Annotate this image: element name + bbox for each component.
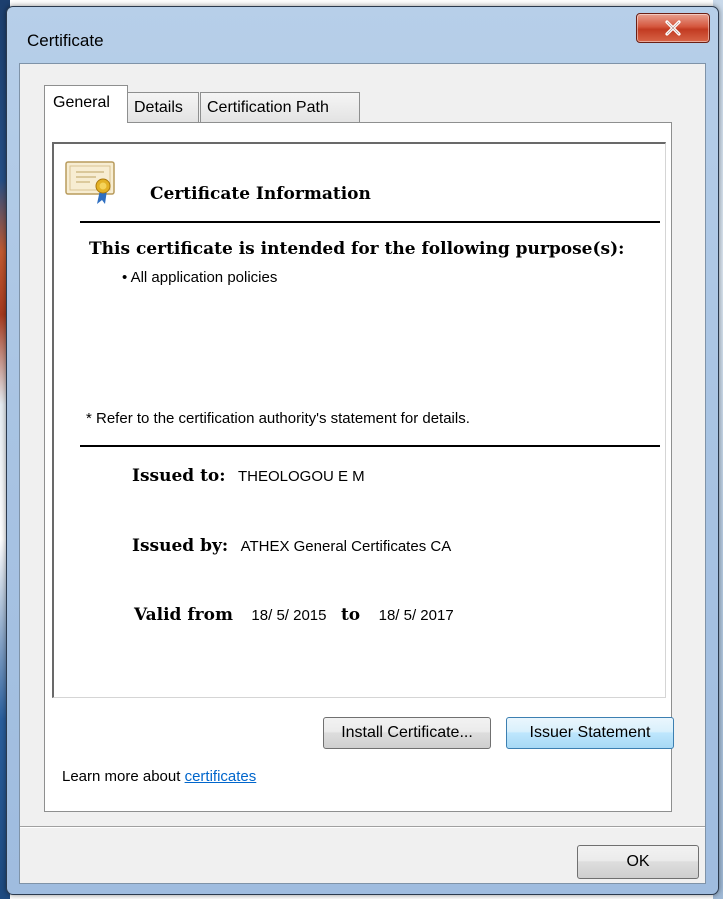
- title-bar[interactable]: Certificate: [7, 7, 718, 63]
- ok-button[interactable]: OK: [577, 845, 699, 879]
- issued-by-label: Issued by:: [132, 536, 229, 556]
- details-divider: [80, 445, 660, 447]
- policy-item: • All application policies: [122, 269, 278, 286]
- issued-by-value[interactable]: ATHEX General Certificates CA: [241, 538, 452, 555]
- purpose-heading: This certificate is intended for the fol…: [89, 239, 625, 259]
- issued-to-label: Issued to:: [132, 466, 226, 486]
- validity-row: Valid from 18/ 5/ 2015 to 18/ 5/ 2017: [134, 605, 454, 625]
- issued-by-row: Issued by: ATHEX General Certificates CA: [132, 536, 451, 556]
- valid-from-value: 18/ 5/ 2015: [251, 607, 327, 624]
- issued-to-value[interactable]: THEOLOGOU E M: [238, 468, 365, 485]
- certificate-dialog: Certificate General Details Certificatio…: [6, 6, 719, 895]
- tab-certification-path[interactable]: Certification Path: [200, 92, 360, 122]
- tab-details[interactable]: Details: [127, 92, 199, 122]
- issued-to-row: Issued to: THEOLOGOU E M: [132, 466, 365, 486]
- valid-to-label: to: [340, 605, 361, 625]
- button-area-divider: [20, 826, 705, 828]
- heading-divider: [80, 221, 660, 223]
- refer-note: * Refer to the certification authority's…: [86, 410, 470, 427]
- tab-general[interactable]: General: [44, 85, 128, 123]
- close-button[interactable]: [636, 13, 710, 43]
- certificates-link[interactable]: certificates: [185, 768, 257, 785]
- close-icon: [665, 20, 681, 36]
- learn-more-prefix: Learn more about: [62, 768, 185, 785]
- valid-to-value: 18/ 5/ 2017: [378, 607, 454, 624]
- dialog-client-area: General Details Certification Path Certi…: [19, 63, 706, 884]
- install-certificate-button[interactable]: Install Certificate...: [323, 717, 491, 749]
- valid-from-label: Valid from: [134, 605, 233, 625]
- issuer-statement-button[interactable]: Issuer Statement: [506, 717, 674, 749]
- certificate-icon: [64, 158, 120, 211]
- learn-more-text: Learn more about certificates: [62, 768, 256, 785]
- certificate-info-heading: Certificate Information: [150, 184, 371, 204]
- window-title: Certificate: [27, 31, 104, 50]
